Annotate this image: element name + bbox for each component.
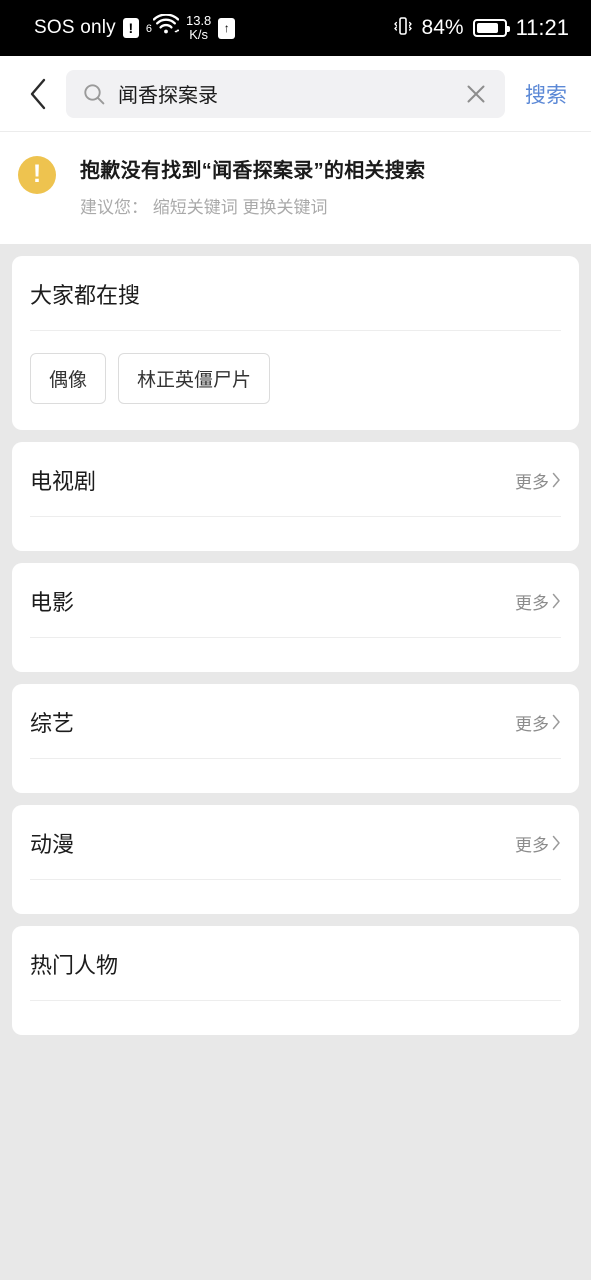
section-more-link[interactable]: 更多 [515,710,561,735]
network-speed-unit: K/s [189,27,209,42]
section-card-movie: 电影 更多 [12,563,579,672]
section-body [12,638,579,672]
hot-search-card: 大家都在搜 偶像 林正英僵尸片 [12,256,579,430]
section-header: 电影 更多 [12,563,579,637]
search-input[interactable]: 闻香探案录 [118,79,459,108]
wifi-generation-label: 6 [145,23,152,35]
hot-search-tag-list: 偶像 林正英僵尸片 [12,331,579,430]
section-card-tv: 电视剧 更多 [12,442,579,551]
carrier-label: SOS only [34,17,116,38]
hot-search-title: 大家都在搜 [30,283,141,308]
chevron-left-icon [30,78,46,109]
section-title: 电视剧 [30,469,97,494]
content-area: 大家都在搜 偶像 林正英僵尸片 电视剧 更多 电影 更多 综艺 更多 动漫 更多… [0,244,591,1059]
section-body [12,759,579,793]
hot-search-header: 大家都在搜 [12,256,579,330]
wifi-icon-group: 6 [145,13,180,42]
no-result-suggestion: 建议您： 缩短关键词 更换关键词 [80,198,328,217]
section-title: 动漫 [30,832,75,857]
notice-text-group: 抱歉没有找到“闻香探案录”的相关搜索 建议您： 缩短关键词 更换关键词 [80,154,425,218]
warning-exclamation-icon: ! [18,156,56,194]
battery-icon [472,19,510,37]
section-body [12,880,579,914]
section-card-people: 热门人物 [12,926,579,1035]
section-more-label: 更多 [515,835,549,855]
status-bar-left: SOS only ! 6 13.8 K/s ↑ [34,13,236,42]
section-title: 综艺 [30,711,75,736]
section-header: 动漫 更多 [12,805,579,879]
section-header: 热门人物 [12,926,579,1000]
hot-search-tag[interactable]: 偶像 [30,353,107,404]
clock-label: 11:21 [515,15,569,40]
battery-fill [476,23,499,33]
alert-badge-icon: ! [122,18,139,38]
status-bar-right: 84% 11:21 [393,15,569,42]
section-more-label: 更多 [515,472,549,492]
battery-percent-label: 84% [421,16,464,39]
section-more-link[interactable]: 更多 [515,468,561,493]
wifi-icon [152,13,180,42]
hot-search-tag[interactable]: 林正英僵尸片 [118,353,271,404]
search-input-container[interactable]: 闻香探案录 [66,69,505,118]
no-result-title: 抱歉没有找到“闻香探案录”的相关搜索 [80,160,426,182]
search-submit-button[interactable]: 搜索 [511,79,577,109]
section-more-label: 更多 [515,593,549,613]
search-icon [82,82,106,106]
section-header: 综艺 更多 [12,684,579,758]
network-speed-value: 13.8 [185,13,212,29]
section-more-link[interactable]: 更多 [515,831,561,856]
chevron-right-icon [552,714,561,730]
upload-arrow-icon: ↑ [218,17,236,39]
network-speed-indicator: 13.8 K/s [186,14,211,41]
section-title: 电影 [30,590,75,615]
section-card-anime: 动漫 更多 [12,805,579,914]
no-result-notice: ! 抱歉没有找到“闻香探案录”的相关搜索 建议您： 缩短关键词 更换关键词 [0,132,591,244]
chevron-right-icon [552,835,561,851]
section-body [12,517,579,551]
search-header: 闻香探案录 搜索 [0,56,591,132]
chevron-right-icon [552,472,561,488]
vibrate-mode-icon [393,15,413,42]
back-button[interactable] [18,73,60,115]
section-body [12,1001,579,1035]
warning-glyph: ! [32,159,42,188]
section-header: 电视剧 更多 [12,442,579,516]
section-title: 热门人物 [30,953,119,978]
close-icon [467,85,485,102]
chevron-right-icon [552,593,561,609]
section-more-label: 更多 [515,714,549,734]
section-card-variety: 综艺 更多 [12,684,579,793]
section-more-link[interactable]: 更多 [515,589,561,614]
clear-search-button[interactable] [459,77,493,111]
status-bar: SOS only ! 6 13.8 K/s ↑ 84% 11:21 [0,0,591,56]
